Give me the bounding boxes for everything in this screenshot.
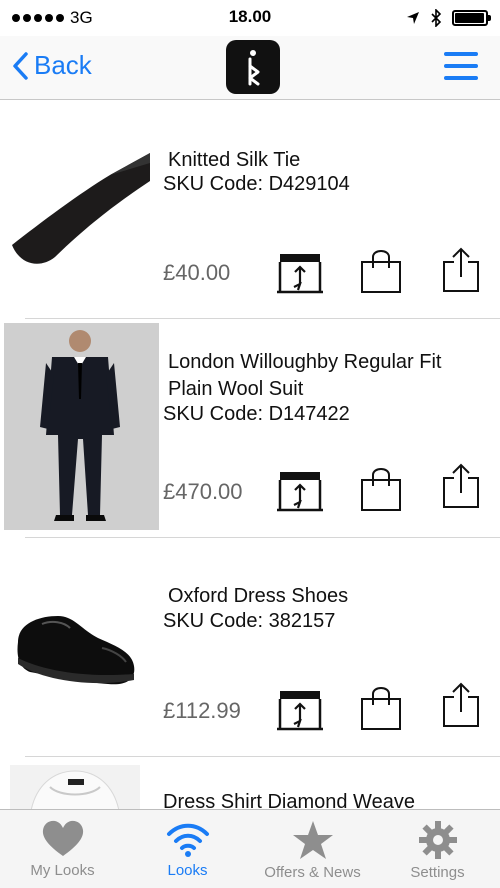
product-price: £470.00 xyxy=(163,479,243,504)
wifi-icon xyxy=(166,823,209,857)
product-sku: SKU Code: D429104 xyxy=(163,173,350,195)
list-item-shirt[interactable]: Dress Shirt Diamond Weave xyxy=(0,757,500,809)
store-locator-button[interactable] xyxy=(276,688,324,737)
tab-bar: My Looks Looks Offers & News Settings xyxy=(0,809,500,888)
product-sku: SKU Code: D147422 xyxy=(163,403,350,425)
tab-offers-news[interactable]: Offers & News xyxy=(250,810,375,888)
share-icon xyxy=(443,463,479,508)
bluetooth-icon xyxy=(431,9,442,27)
product-sku: SKU Code: 382157 xyxy=(163,610,336,632)
chevron-left-icon xyxy=(13,51,28,80)
shoes-image xyxy=(12,602,136,690)
status-right xyxy=(406,9,491,27)
brand-logo-icon xyxy=(226,40,280,94)
list-item-shoes[interactable]: Oxford Dress Shoes SKU Code: 382157 £112… xyxy=(0,538,500,756)
tab-my-looks[interactable]: My Looks xyxy=(0,810,125,888)
gear-icon xyxy=(418,821,457,859)
tab-label: Settings xyxy=(410,864,465,881)
status-bar: 3G 18.00 xyxy=(0,0,500,36)
signal-strength-icon xyxy=(12,14,64,22)
store-locator-icon xyxy=(277,691,323,731)
product-title: Dress Shirt Diamond Weave xyxy=(163,791,415,809)
shopping-bag-button[interactable] xyxy=(360,466,402,517)
back-button[interactable]: Back xyxy=(12,50,92,81)
location-icon xyxy=(407,12,419,24)
product-title: Knitted Silk Tie xyxy=(168,149,301,171)
product-title: London Willoughby Regular Fit Plain Wool… xyxy=(168,351,442,400)
battery-fill xyxy=(455,13,484,23)
share-icon xyxy=(443,247,479,292)
store-locator-icon xyxy=(277,472,323,512)
share-icon xyxy=(443,682,479,727)
product-price: £40.00 xyxy=(163,260,231,285)
store-locator-button[interactable] xyxy=(276,469,324,518)
status-left: 3G xyxy=(12,8,93,28)
shopping-bag-button[interactable] xyxy=(360,685,402,736)
tab-looks[interactable]: Looks xyxy=(125,810,250,888)
tie-image xyxy=(10,153,150,268)
heart-icon xyxy=(42,820,83,856)
product-title: Oxford Dress Shoes xyxy=(168,585,349,607)
back-label: Back xyxy=(34,50,92,80)
tab-settings[interactable]: Settings xyxy=(375,810,500,888)
product-price: £112.99 xyxy=(163,698,241,723)
store-locator-button[interactable] xyxy=(276,251,324,300)
shirt-image xyxy=(10,765,140,809)
carrier-label: 3G xyxy=(70,8,93,27)
shopping-bag-icon xyxy=(361,687,401,730)
suit-image xyxy=(4,323,159,530)
battery-icon xyxy=(452,10,491,26)
navigation-bar: Back xyxy=(0,36,500,100)
tab-label: Looks xyxy=(167,862,208,879)
list-item-tie[interactable]: Knitted Silk Tie SKU Code: D429104 £40.0… xyxy=(0,101,500,318)
hamburger-menu-icon[interactable] xyxy=(444,52,478,80)
share-button[interactable] xyxy=(442,247,480,298)
shopping-bag-button[interactable] xyxy=(360,248,402,299)
shopping-bag-icon xyxy=(361,468,401,511)
share-button[interactable] xyxy=(442,682,480,733)
list-item-suit[interactable]: London Willoughby Regular Fit Plain Wool… xyxy=(0,319,500,537)
share-button[interactable] xyxy=(442,463,480,514)
tab-label: Offers & News xyxy=(264,864,361,881)
star-icon xyxy=(292,821,333,859)
tab-label: My Looks xyxy=(30,862,95,879)
store-locator-icon xyxy=(277,254,323,294)
product-list[interactable]: Knitted Silk Tie SKU Code: D429104 £40.0… xyxy=(0,101,500,809)
shopping-bag-icon xyxy=(361,250,401,293)
